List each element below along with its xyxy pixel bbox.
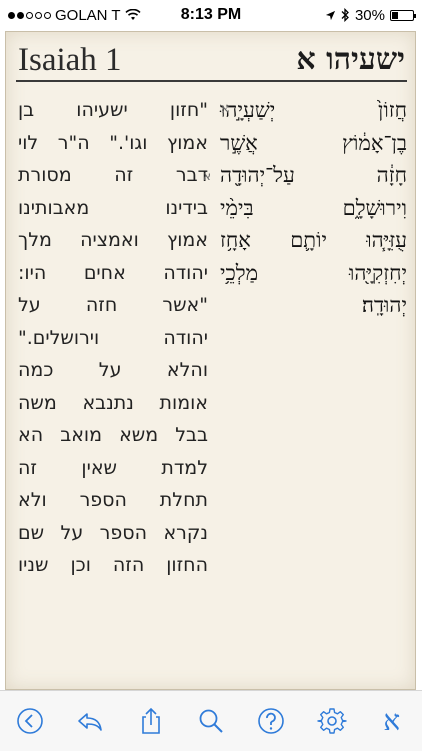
battery-icon — [390, 9, 416, 21]
back-button[interactable] — [10, 701, 50, 741]
verse-line: עֻזִּיָּ֧הוּ יוֹתָ֛ם אָחָ֥ז — [220, 228, 407, 252]
share-icon — [141, 707, 160, 734]
language-toggle-button[interactable]: א — [372, 701, 412, 741]
status-left: GOLAN T — [8, 7, 141, 24]
verse-line: בֶן־אָמ֔וֹץ אֲשֶׁ֣ר — [220, 130, 407, 155]
commentary-line: "חזון ישעיהו בן — [18, 99, 208, 121]
wifi-icon — [125, 9, 141, 20]
commentary-line: יהודה וירושלים." — [18, 326, 208, 349]
commentary-line: בבל משא מואב הא — [18, 424, 208, 446]
commentary-line: יהודה אחים היו: — [18, 261, 208, 284]
chapter-title-hebrew: ישעיהו א — [296, 42, 405, 77]
chapter-title-english: Isaiah 1 — [18, 42, 122, 78]
commentary-line: תחלת הספר ולא — [18, 489, 208, 511]
bottom-toolbar: א — [0, 690, 422, 751]
search-button[interactable] — [191, 701, 231, 741]
signal-dot — [26, 11, 33, 19]
verse-column[interactable]: א חֲזוֹן֙ יְשַׁעְיָ֣הוּ בֶן־אָמ֔וֹץ אֲשֶׁ… — [220, 94, 407, 322]
help-button[interactable] — [251, 701, 291, 741]
commentary-line: והלא על כמה — [18, 359, 208, 381]
commentary-line: דבר זה מסורת — [18, 164, 208, 186]
verse-line: יְהוּדָֽה׃ — [361, 293, 407, 317]
commentary-number: א — [203, 169, 212, 183]
carrier-label: GOLAN T — [55, 6, 121, 24]
commentary-line: למדת שאין זה — [18, 456, 208, 479]
verse-number: א — [221, 102, 229, 117]
signal-dot — [17, 11, 24, 19]
verse-line: וִירוּשָׁלָ֑ם בִּימֵ֨י — [220, 195, 407, 220]
commentary-line: אמוץ וגו'." ה"ר לוי — [18, 131, 208, 154]
signal-dot — [35, 11, 42, 19]
signal-dot — [8, 11, 15, 19]
chevron-left-icon — [17, 708, 43, 734]
commentary-line: אמוץ ואמציה מלך — [18, 229, 208, 251]
verse-line: יְחִזְקִיָּ֖הוּ מַלְכֵ֥י — [220, 260, 407, 285]
status-bar: GOLAN T 8:13 PM 30% — [0, 0, 422, 30]
verse-line: חָזָ֔ה עַל־יְהוּדָ֖ה — [220, 163, 407, 187]
search-icon — [199, 709, 223, 733]
help-icon — [258, 708, 285, 734]
language-toggle-label: א — [383, 704, 401, 737]
status-right: 30% — [325, 6, 416, 24]
signal-dot — [44, 11, 51, 19]
share-button[interactable] — [131, 701, 171, 741]
location-icon — [325, 10, 336, 20]
commentary-line: נקרא הספר על שם — [18, 521, 208, 544]
commentary-line: החזון הזה וכן שניו — [18, 554, 208, 576]
verse-line: חֲזוֹן֙ יְשַׁעְיָ֣הוּ — [220, 98, 407, 122]
commentary-column[interactable]: א "חזון ישעיהו בן אמוץ וגו'." ה"ר לוי דבר … — [18, 94, 212, 582]
reply-button[interactable] — [70, 701, 110, 741]
bluetooth-icon — [341, 8, 349, 22]
book-page[interactable]: Isaiah 1 ישעיהו א א "חזון ישעיהו בן אמוץ … — [5, 31, 416, 690]
commentary-line: אומות נתנבא משה — [18, 391, 208, 414]
signal-strength-icon — [8, 11, 51, 19]
chapter-header: Isaiah 1 ישעיהו א — [16, 40, 407, 82]
settings-button[interactable] — [312, 701, 352, 741]
battery-level — [392, 11, 398, 19]
commentary-line: בידינו מאבותינו — [18, 196, 208, 219]
battery-percent: 30% — [354, 6, 385, 24]
reply-icon — [78, 713, 103, 731]
gear-icon — [316, 708, 347, 734]
commentary-line: "אשר חזה על — [18, 294, 208, 316]
